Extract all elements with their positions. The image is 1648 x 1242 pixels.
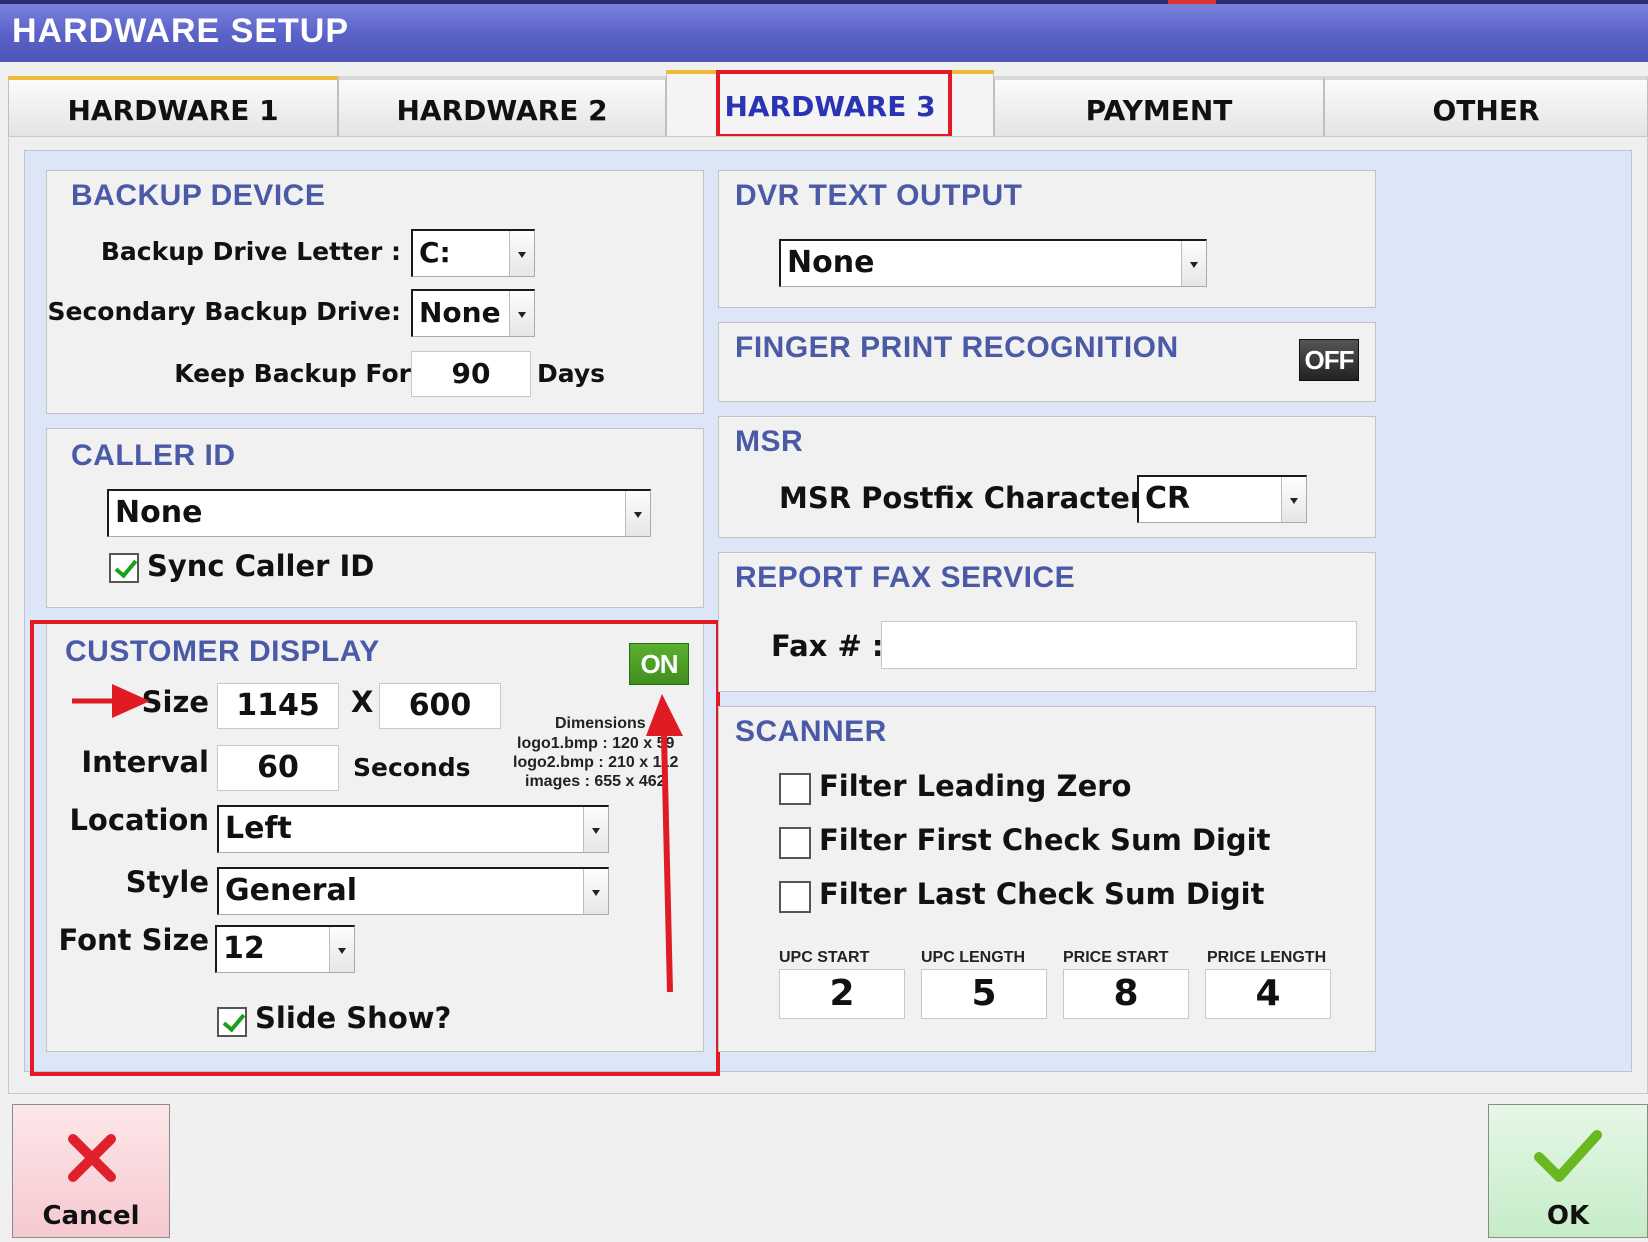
fax-number-input[interactable] (881, 621, 1357, 669)
msr-postfix-label: MSR Postfix Character : (779, 481, 1166, 515)
tab-hardware-1[interactable]: HARDWARE 1 (8, 76, 338, 136)
filter-first-checksum-checkbox[interactable] (779, 827, 811, 859)
msr-title: MSR (735, 425, 804, 458)
ok-button[interactable]: OK (1488, 1104, 1648, 1238)
title-red-marker (1168, 0, 1216, 4)
close-icon (68, 1134, 116, 1182)
price-length-input[interactable]: 4 (1205, 969, 1331, 1019)
title-top-strip (0, 0, 1648, 4)
fax-label: Fax # : (771, 629, 884, 663)
upc-length-label: UPC LENGTH (921, 949, 1025, 966)
filter-last-checksum-label: Filter Last Check Sum Digit (819, 877, 1265, 911)
keep-backup-unit: Days (537, 359, 606, 388)
chevron-down-icon[interactable] (1181, 241, 1206, 286)
scanner-panel: SCANNER Filter Leading Zero Filter First… (718, 706, 1376, 1052)
caller-id-title: CALLER ID (71, 439, 236, 472)
secondary-backup-value: None (419, 296, 501, 329)
price-length-label: PRICE LENGTH (1207, 949, 1327, 966)
fingerprint-toggle[interactable]: OFF (1299, 339, 1359, 381)
caller-id-panel: CALLER ID None Sync Caller ID (46, 428, 704, 608)
secondary-backup-label: Secondary Backup Drive: (47, 297, 401, 326)
price-start-label: PRICE START (1063, 949, 1169, 966)
fingerprint-panel: FINGER PRINT RECOGNITION OFF (718, 322, 1376, 402)
dvr-panel: DVR TEXT OUTPUT None (718, 170, 1376, 308)
price-start-input[interactable]: 8 (1063, 969, 1189, 1019)
fingerprint-title: FINGER PRINT RECOGNITION (735, 331, 1179, 364)
customer-display-highlight-box (30, 620, 720, 1076)
window-title: HARDWARE SETUP (0, 0, 1648, 62)
fax-title: REPORT FAX SERVICE (735, 561, 1076, 594)
tab-other[interactable]: OTHER (1324, 76, 1648, 136)
backup-device-panel: BACKUP DEVICE Backup Drive Letter : C: S… (46, 170, 704, 414)
backup-device-title: BACKUP DEVICE (71, 179, 326, 212)
backup-drive-letter-select[interactable]: C: (411, 229, 535, 277)
upc-length-input[interactable]: 5 (921, 969, 1047, 1019)
upc-start-label: UPC START (779, 949, 870, 966)
tab-hardware-2[interactable]: HARDWARE 2 (338, 76, 666, 136)
dvr-value: None (787, 245, 875, 280)
sync-caller-id-label: Sync Caller ID (147, 549, 375, 583)
dvr-select[interactable]: None (779, 239, 1207, 287)
cancel-button[interactable]: Cancel (12, 1104, 170, 1238)
fax-panel: REPORT FAX SERVICE Fax # : (718, 552, 1376, 692)
sync-caller-id-checkbox[interactable] (109, 553, 139, 583)
tab-payment[interactable]: PAYMENT (994, 76, 1324, 136)
upc-start-input[interactable]: 2 (779, 969, 905, 1019)
scanner-title: SCANNER (735, 715, 887, 748)
chevron-down-icon[interactable] (509, 291, 534, 336)
chevron-down-icon[interactable] (509, 231, 534, 276)
keep-backup-input[interactable]: 90 (411, 351, 531, 397)
filter-leading-zero-label: Filter Leading Zero (819, 769, 1132, 803)
keep-backup-label: Keep Backup For (174, 359, 411, 388)
ok-label: OK (1546, 1201, 1590, 1231)
dvr-title: DVR TEXT OUTPUT (735, 179, 1023, 212)
cancel-label: Cancel (42, 1201, 140, 1231)
filter-last-checksum-checkbox[interactable] (779, 881, 811, 913)
backup-drive-letter-label: Backup Drive Letter : (100, 237, 401, 266)
secondary-backup-select[interactable]: None (411, 289, 535, 337)
caller-id-select[interactable]: None (107, 489, 651, 537)
chevron-down-icon[interactable] (625, 491, 650, 536)
msr-postfix-select[interactable]: CR (1137, 475, 1307, 523)
filter-first-checksum-label: Filter First Check Sum Digit (819, 823, 1271, 857)
chevron-down-icon[interactable] (1281, 477, 1306, 522)
msr-postfix-value: CR (1145, 481, 1191, 516)
tab-highlight-box (716, 70, 952, 138)
msr-panel: MSR MSR Postfix Character : CR (718, 416, 1376, 538)
filter-leading-zero-checkbox[interactable] (779, 773, 811, 805)
checkmark-icon (1534, 1130, 1602, 1182)
backup-drive-letter-value: C: (419, 236, 451, 269)
caller-id-value: None (115, 495, 203, 530)
